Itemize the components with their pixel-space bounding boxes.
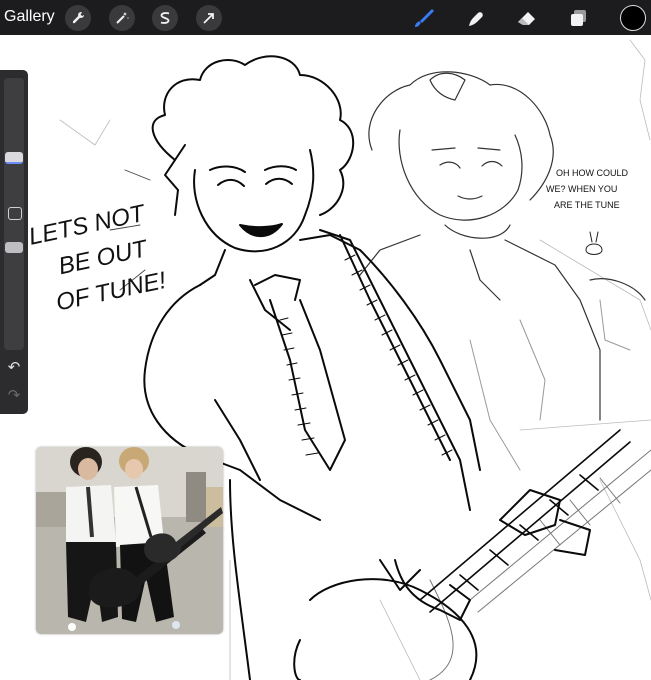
transform-button[interactable] bbox=[196, 5, 222, 31]
undo-icon[interactable]: ↶ bbox=[6, 360, 22, 376]
smudge-tool-button[interactable] bbox=[461, 4, 489, 32]
canvas-text-right-3: ARE THE TUNE bbox=[554, 200, 620, 210]
brush-tool-button[interactable] bbox=[410, 4, 438, 32]
actions-button[interactable] bbox=[65, 5, 91, 31]
top-toolbar: Gallery bbox=[0, 0, 651, 35]
redo-icon[interactable]: ↷ bbox=[6, 388, 22, 404]
brush-sidebar: ↶ ↷ bbox=[0, 70, 28, 414]
brush-size-slider[interactable] bbox=[4, 78, 24, 253]
adjustments-button[interactable] bbox=[109, 5, 135, 31]
modify-button[interactable] bbox=[8, 207, 22, 220]
wrench-icon bbox=[72, 12, 84, 24]
layers-tool-button[interactable] bbox=[565, 4, 593, 32]
opacity-slider[interactable] bbox=[4, 232, 24, 350]
smudge-icon bbox=[469, 12, 483, 26]
brush-size-thumb[interactable] bbox=[5, 152, 23, 164]
canvas-text-right-2: WE? WHEN YOU bbox=[546, 184, 617, 194]
eraser-tool-button[interactable] bbox=[513, 4, 541, 32]
eraser-icon bbox=[518, 12, 535, 25]
color-swatch-button[interactable] bbox=[620, 5, 646, 31]
arrow-cursor-icon bbox=[203, 13, 214, 24]
selection-button[interactable] bbox=[152, 5, 178, 31]
gallery-button[interactable]: Gallery bbox=[4, 8, 55, 26]
brush-icon bbox=[415, 9, 434, 27]
canvas-text-right-1: OH HOW COULD bbox=[556, 168, 629, 178]
opacity-thumb[interactable] bbox=[5, 242, 23, 253]
layers-icon bbox=[571, 10, 586, 26]
reference-photo bbox=[36, 447, 223, 634]
magic-wand-icon bbox=[116, 12, 129, 24]
selection-s-icon bbox=[160, 12, 170, 24]
reference-photo-window[interactable] bbox=[36, 447, 223, 634]
